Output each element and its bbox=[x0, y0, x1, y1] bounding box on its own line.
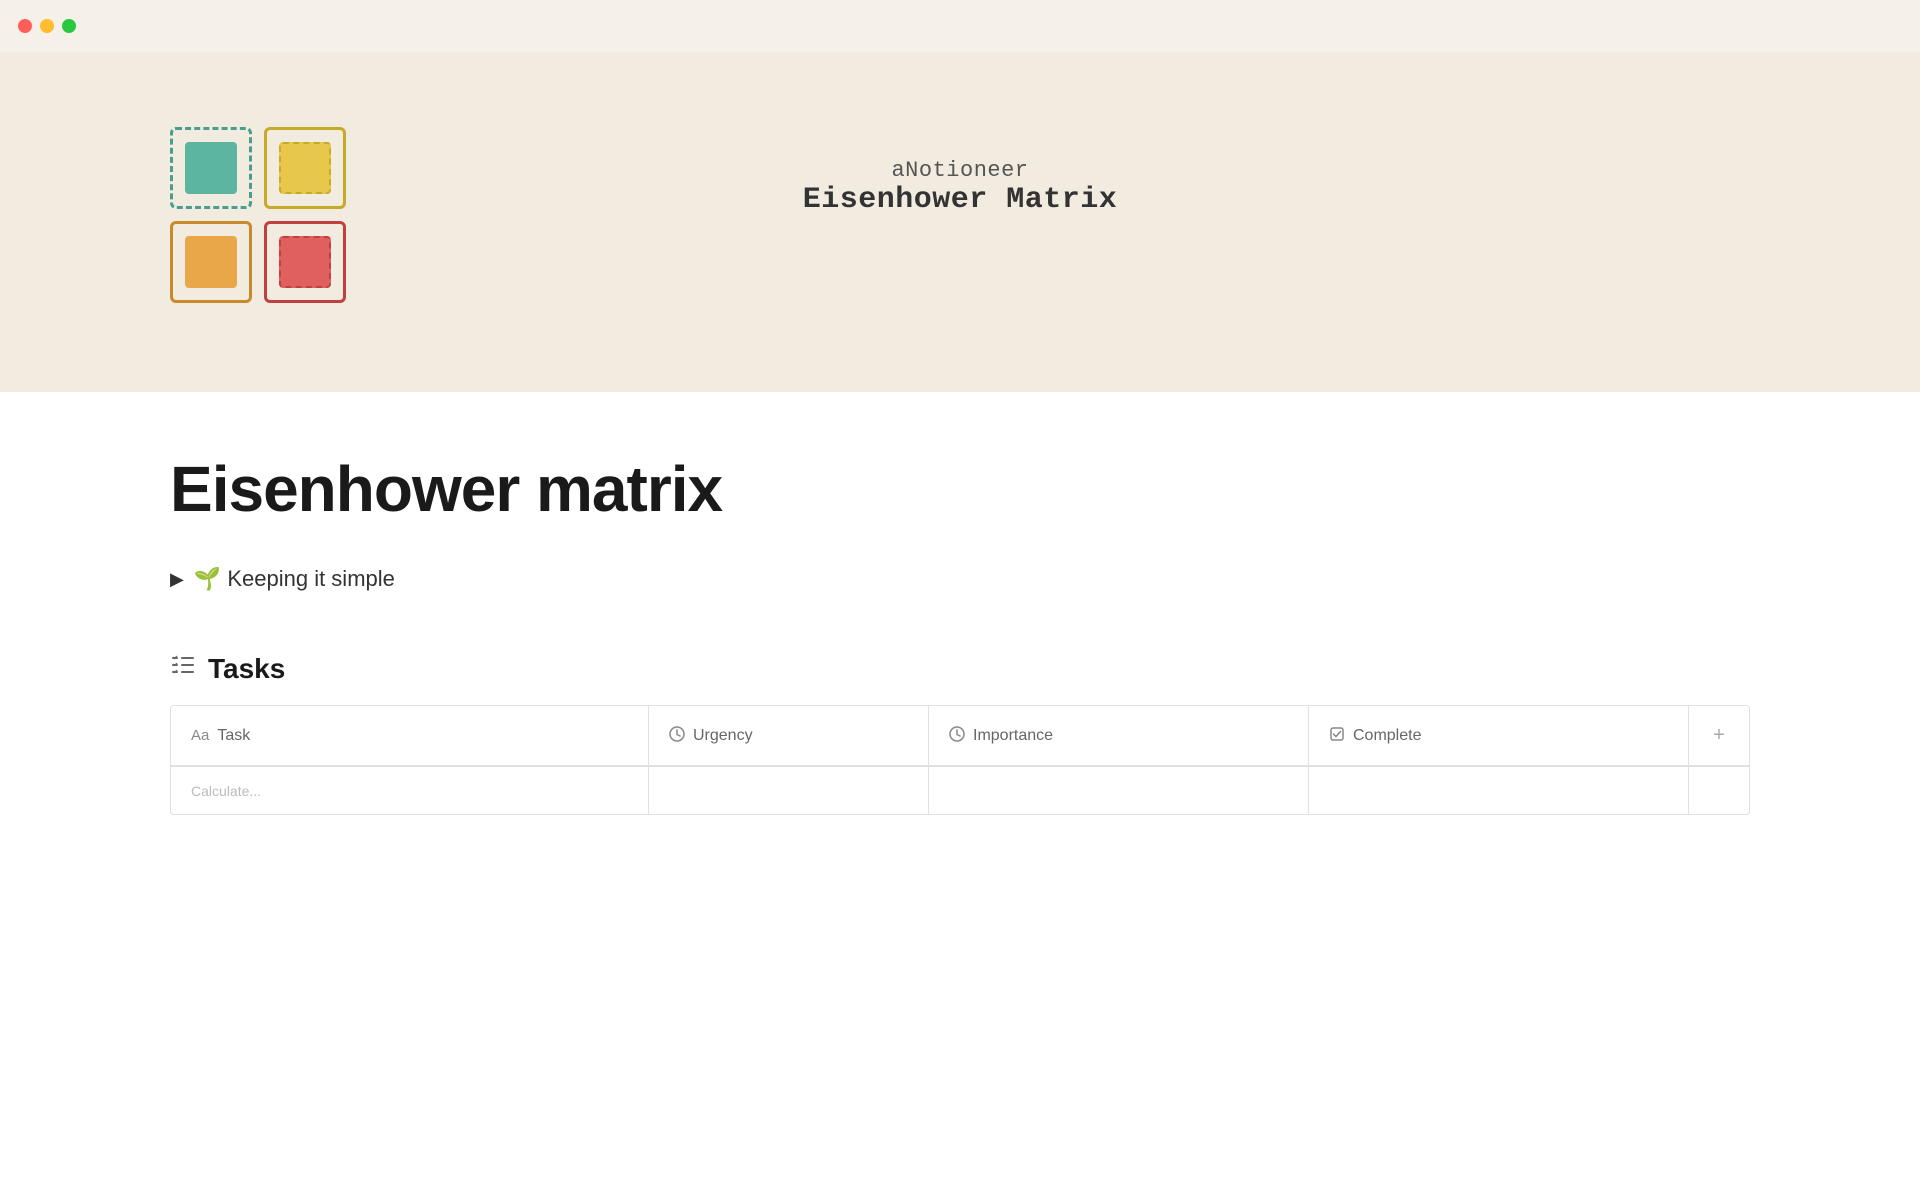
tasks-title: Tasks bbox=[208, 653, 285, 685]
close-button[interactable] bbox=[18, 19, 32, 33]
title-bar bbox=[0, 0, 1920, 52]
banner: aNotioneer Eisenhower Matrix bbox=[0, 52, 1920, 392]
matrix-square-red bbox=[264, 221, 346, 303]
tasks-section-header: Tasks bbox=[170, 652, 1750, 685]
hint-cell-add bbox=[1689, 767, 1749, 814]
hint-cell-complete bbox=[1309, 767, 1689, 814]
hint-cell-urgency bbox=[649, 767, 929, 814]
add-col-icon: + bbox=[1713, 724, 1725, 747]
toggle-row[interactable]: ▶ 🌱 Keeping it simple bbox=[170, 566, 1750, 592]
hint-cell-task: Calculate... bbox=[171, 767, 649, 814]
importance-col-label: Importance bbox=[973, 727, 1053, 745]
minimize-button[interactable] bbox=[40, 19, 54, 33]
table-hint-row: Calculate... bbox=[171, 766, 1749, 814]
banner-title: Eisenhower Matrix bbox=[803, 183, 1118, 217]
page-title: Eisenhower matrix bbox=[170, 452, 1750, 526]
complete-col-icon bbox=[1329, 726, 1345, 746]
hint-cell-importance bbox=[929, 767, 1309, 814]
matrix-square-yellow bbox=[264, 127, 346, 209]
hint-text: Calculate... bbox=[191, 783, 261, 799]
col-header-importance[interactable]: Importance bbox=[929, 706, 1309, 765]
matrix-square-teal bbox=[170, 127, 252, 209]
add-column-button[interactable]: + bbox=[1689, 706, 1749, 765]
tasks-table: Aa Task Urgency bbox=[170, 705, 1750, 815]
col-header-urgency[interactable]: Urgency bbox=[649, 706, 929, 765]
toggle-arrow-icon[interactable]: ▶ bbox=[170, 569, 184, 590]
table-header-row: Aa Task Urgency bbox=[171, 706, 1749, 766]
tasks-icon bbox=[170, 652, 196, 685]
importance-col-icon bbox=[949, 726, 965, 746]
toggle-label: 🌱 Keeping it simple bbox=[194, 566, 395, 592]
matrix-icon-grid bbox=[170, 127, 354, 311]
col-header-task[interactable]: Aa Task bbox=[171, 706, 649, 765]
matrix-square-orange bbox=[170, 221, 252, 303]
complete-col-label: Complete bbox=[1353, 727, 1421, 745]
banner-subtitle: aNotioneer bbox=[803, 158, 1118, 183]
urgency-col-icon bbox=[669, 726, 685, 746]
maximize-button[interactable] bbox=[62, 19, 76, 33]
col-header-complete[interactable]: Complete bbox=[1309, 706, 1689, 765]
urgency-col-label: Urgency bbox=[693, 727, 753, 745]
task-col-icon: Aa bbox=[191, 727, 209, 744]
task-col-label: Task bbox=[217, 727, 250, 745]
banner-text-block: aNotioneer Eisenhower Matrix bbox=[803, 158, 1118, 217]
main-content: Eisenhower matrix ▶ 🌱 Keeping it simple … bbox=[0, 392, 1920, 815]
